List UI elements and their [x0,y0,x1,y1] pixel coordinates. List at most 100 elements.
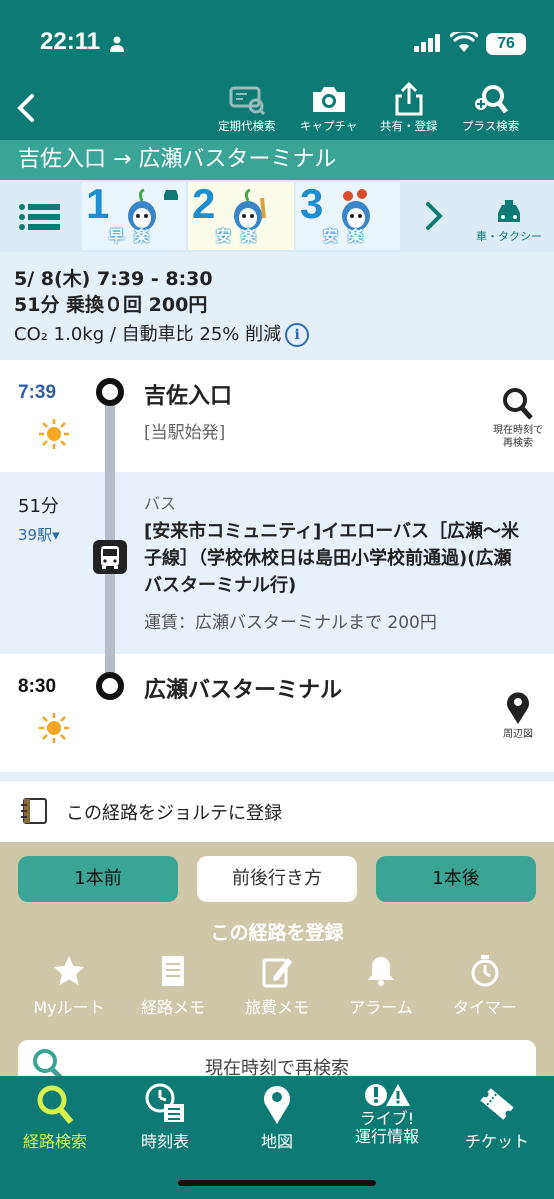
commuter-pass-search-button[interactable]: 定期代検索 [218,82,276,134]
bottom-navigation: 経路検索 時刻表 地図 ライブ! 運行情報 チケット [0,1076,554,1199]
bus-icon [93,540,127,574]
route-tabs: 1 早楽 2 安楽 3 安楽 車・タクシー [0,180,554,252]
alert-icon [365,1084,410,1106]
taxi-button[interactable]: 車・タクシー [466,200,552,244]
star-icon [54,956,84,985]
summary-duration-fare: 51分 乗換０回 200円 [14,294,208,316]
previous-departure-button[interactable]: 1本前 [18,856,178,902]
timer-icon [471,955,499,987]
route-summary: 5/ 8(木) 7:39 - 8:30 51分 乗換０回 200円 CO₂ 1.… [0,252,554,360]
sun-icon [39,419,69,449]
taxi-label: 車・タクシー [476,230,542,243]
timetable-icon [145,1083,184,1122]
route-title: 吉佐入口 → 広瀬バスターミナル [0,140,554,180]
wifi-icon [450,32,478,52]
tab-label: 早楽 [108,227,159,245]
map-pin-icon [264,1086,290,1124]
research-label-line1: 現在時刻で [493,425,543,436]
car-icon [164,190,178,200]
tab-number: 3 [300,180,324,227]
battery-indicator: 76 [486,33,526,55]
tab-number: 1 [86,180,110,227]
nav-service-info-label: 運行情報 [354,1127,419,1146]
departure-dot [96,378,124,406]
nearby-map-button[interactable]: 周辺図 [486,690,550,741]
departure-time: 7:39 [18,382,57,403]
timer-button[interactable]: タイマー [430,954,540,1018]
nav-timetable[interactable]: 時刻表 [110,1082,220,1152]
my-route-label: Myルート [33,998,105,1017]
travel-expense-memo-label: 旅費メモ [244,998,309,1017]
tab-route-2[interactable]: 2 安楽 [188,180,294,250]
arrival-row: 8:30 広瀬バスターミナル 周辺図 [0,654,554,772]
summary-co2: CO₂ 1.0kg / 自動車比 25% 削減 i [14,318,554,352]
nav-route-search[interactable]: 経路検索 [0,1082,110,1152]
search-icon [37,1085,74,1124]
taxi-icon [498,200,520,222]
nav-live-service-info[interactable]: ライブ! 運行情報 [332,1082,442,1146]
chevron-right-icon[interactable] [424,200,444,232]
nav-ticket[interactable]: チケット [442,1082,552,1152]
summary-co2-text: CO₂ 1.0kg / 自動車比 25% 削減 [14,324,282,345]
tab-label: 安楽 [322,227,373,245]
ride-type: バス [144,494,177,513]
alarm-button[interactable]: アラーム [326,954,436,1018]
commuter-pass-search-icon [229,86,265,116]
camera-icon [312,87,345,112]
tab-route-1[interactable]: 1 早楽 [82,180,186,250]
arrival-time: 8:30 [18,676,57,697]
next-departure-button[interactable]: 1本後 [376,856,536,902]
route-memo-label: 経路メモ [140,998,205,1017]
notebook-icon [21,798,47,824]
travel-expense-memo-button[interactable]: 旅費メモ [222,954,332,1018]
arrival-dot [96,672,124,700]
toolbar: 定期代検索 キャプチャ 共有・登録 プラス検索 [0,80,554,140]
around-routes-button[interactable]: 前後行き方 [197,856,357,902]
tab-label: 安楽 [215,227,266,245]
jorte-register-row[interactable]: この経路をジョルテに登録 [0,780,554,842]
plus-search-button[interactable]: プラス検索 [462,82,519,134]
chevron-left-icon[interactable] [10,88,40,128]
nearby-map-label: 周辺図 [503,729,533,740]
my-route-button[interactable]: Myルート [14,954,124,1018]
timer-label: タイマー [452,998,517,1017]
list-menu-icon[interactable] [18,202,62,232]
status-bar: 22:11 76 [0,0,554,80]
ride-line-name[interactable]: [安来市コミュニティ]イエローバス［広瀬～米子線］（学校休校日は島田小学校前通過… [144,518,524,599]
departure-stop-name[interactable]: 吉佐入口 [144,378,232,410]
search-plus-icon [474,85,508,114]
route-memo-button[interactable]: 経路メモ [118,954,228,1018]
alarm-label: アラーム [349,998,413,1017]
share-button[interactable]: 共有・登録 [380,82,438,134]
tab-route-3[interactable]: 3 安楽 [296,180,400,250]
arrival-stop-name[interactable]: 広瀬バスターミナル [144,672,342,704]
research-from-now-button[interactable]: 現在時刻で 再検索 [486,386,550,450]
action-panel: 1本前 前後行き方 1本後 この経路を登録 Myルート 経路メモ 旅費メモ アラ… [0,842,554,1084]
info-icon[interactable]: i [285,323,310,347]
summary-date-time: 5/ 8(木) 7:39 - 8:30 [14,268,213,290]
departure-note: [当駅始発] [144,423,226,443]
nav-live-label-top: ライブ! [359,1109,415,1128]
nav-ticket-label: チケット [464,1132,529,1151]
register-title: この経路を登録 [210,922,344,944]
commuter-pass-search-label: 定期代検索 [218,119,276,133]
bell-icon [368,957,394,986]
person-icon [110,36,124,52]
memo-icon [162,956,184,986]
capture-button[interactable]: キャプチャ [300,82,357,134]
capture-label: キャプチャ [300,119,358,133]
map-pin-icon [507,692,529,724]
ride-stations-toggle[interactable]: 39駅▾ [18,524,60,545]
nav-route-search-label: 経路検索 [22,1132,87,1151]
nav-timetable-label: 時刻表 [140,1132,189,1151]
share-icon [395,82,423,116]
ride-duration: 51分 [18,496,59,517]
ticket-icon [480,1088,514,1120]
ride-fare: 運賃：広瀬バスターミナルまで 200円 [144,613,437,633]
nav-map[interactable]: 地図 [222,1082,332,1152]
edit-icon [262,958,292,988]
research-label-line2: 再検索 [503,438,533,449]
signal-icon [414,34,440,52]
search-icon [503,388,533,420]
plus-search-label: プラス検索 [462,119,520,133]
